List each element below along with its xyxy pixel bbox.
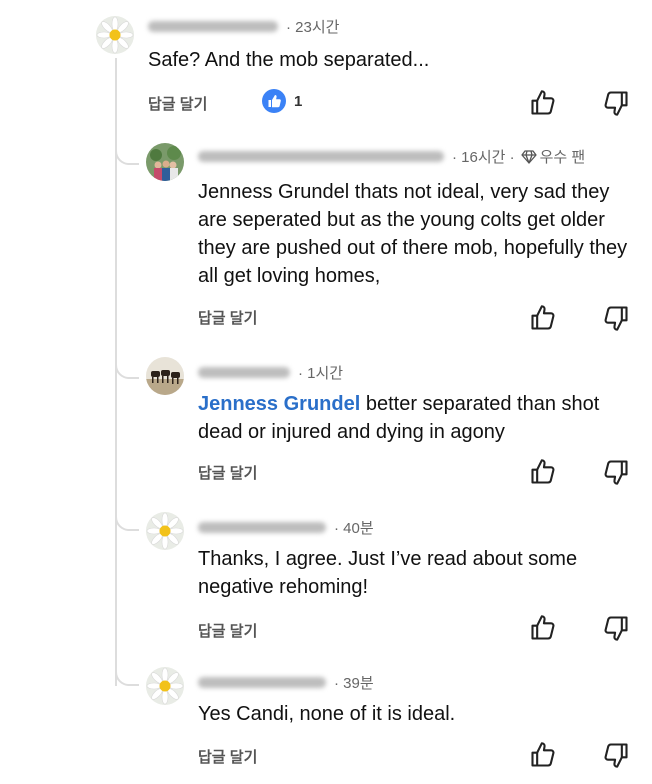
reply-button[interactable]: 답글 달기: [198, 620, 257, 641]
dislike-button[interactable]: [602, 614, 630, 642]
author-name-blurred[interactable]: [198, 367, 290, 378]
comment-time: · 16시간 ·: [452, 149, 515, 166]
thread-connector: [115, 658, 139, 686]
thumbs-up-icon: [531, 615, 555, 640]
like-button[interactable]: [529, 89, 557, 117]
comment-time: · 40분: [334, 520, 374, 537]
avatar[interactable]: [146, 667, 184, 705]
thumbs-down-icon: [604, 91, 628, 116]
diamond-badge-icon: [520, 149, 537, 164]
author-name-blurred[interactable]: [198, 677, 326, 688]
mention-link[interactable]: Jenness Grundel: [198, 393, 360, 415]
avatar[interactable]: [146, 143, 184, 181]
comment-time: · 23시간: [286, 19, 340, 36]
like-button[interactable]: [529, 741, 557, 769]
like-button[interactable]: [529, 458, 557, 486]
comment-meta: · 39분: [198, 672, 374, 693]
daisy-avatar-icon: [146, 667, 184, 705]
comment-text: Safe? And the mob separated...: [148, 49, 430, 71]
dislike-button[interactable]: [602, 458, 630, 486]
author-name-blurred[interactable]: [148, 21, 278, 32]
dislike-button[interactable]: [602, 304, 630, 332]
thumbs-down-icon: [604, 460, 628, 485]
avatar[interactable]: [96, 16, 134, 54]
thumbs-up-icon: [531, 742, 555, 767]
avatar[interactable]: [146, 357, 184, 395]
comment-meta: · 40분: [198, 517, 374, 538]
daisy-avatar-icon: [146, 512, 184, 550]
reply-button[interactable]: 답글 달기: [198, 307, 257, 328]
author-name-blurred[interactable]: [198, 151, 444, 162]
comment-time: · 1시간: [298, 365, 344, 382]
like-button[interactable]: [529, 304, 557, 332]
reply-button[interactable]: 답글 달기: [198, 462, 257, 483]
thumbs-up-icon: [531, 90, 555, 115]
thread-connector: [115, 351, 139, 379]
thumbs-down-icon: [604, 616, 628, 641]
reaction-summary[interactable]: 1: [262, 89, 302, 113]
reaction-count: 1: [294, 92, 303, 110]
like-reaction-icon: [262, 89, 286, 113]
author-name-blurred[interactable]: [198, 522, 326, 533]
comment-meta: · 23시간: [148, 16, 339, 37]
reply-button[interactable]: 답글 달기: [148, 93, 207, 114]
comment-time: · 39분: [334, 675, 374, 692]
thread-connector: [115, 503, 139, 531]
group-photo-avatar-icon: [146, 143, 184, 181]
comment-meta: · 1시간: [198, 362, 343, 383]
thread-connector: [115, 137, 139, 165]
thumbs-up-icon: [531, 459, 555, 484]
thumbs-down-icon: [604, 743, 628, 768]
daisy-avatar-icon: [96, 16, 134, 54]
comment-text: Thanks, I agree. Just I’ve read about so…: [198, 548, 578, 598]
comment-text: Jenness Grundel thats not ideal, very sa…: [198, 181, 628, 287]
horses-photo-avatar-icon: [146, 357, 184, 395]
comment-text: Yes Candi, none of it is ideal.: [198, 703, 456, 725]
dislike-button[interactable]: [602, 89, 630, 117]
like-button[interactable]: [529, 614, 557, 642]
thumbs-down-icon: [604, 306, 628, 331]
top-fan-badge: 우수 팬: [539, 149, 586, 166]
comment-text: Jenness Grundel better separated than sh…: [198, 390, 628, 446]
avatar[interactable]: [146, 512, 184, 550]
comment-meta: · 16시간 · 우수 팬: [198, 146, 585, 167]
dislike-button[interactable]: [602, 741, 630, 769]
thumbs-up-icon: [531, 305, 555, 330]
reply-button[interactable]: 답글 달기: [198, 746, 257, 767]
